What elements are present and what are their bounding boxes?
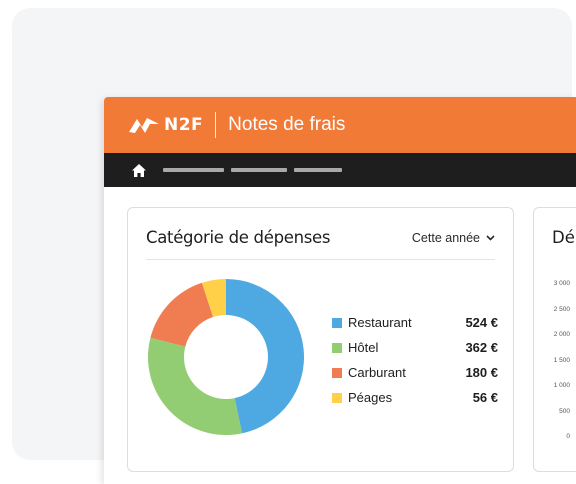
panel-header: Catégorie de dépenses Cette année	[146, 228, 495, 260]
period-label: Cette année	[411, 231, 480, 245]
legend-value: 362 €	[465, 340, 498, 355]
legend-value: 56 €	[472, 390, 498, 405]
legend-label: Hôtel	[348, 340, 379, 355]
legend-swatch	[332, 317, 342, 328]
legend-item[interactable]: Restaurant 524 €	[332, 310, 498, 335]
legend-swatch	[332, 342, 342, 353]
y-tick-label: 2 000	[553, 331, 570, 338]
panel-title: Dé	[552, 228, 575, 247]
breadcrumb-bar	[104, 153, 576, 187]
header-divider	[215, 112, 217, 138]
breadcrumb-item[interactable]	[231, 168, 287, 172]
breadcrumb-item[interactable]	[294, 168, 342, 172]
slice-carburant[interactable]	[150, 282, 214, 347]
legend-swatch	[332, 392, 342, 403]
expense-trend-panel: Dé 3 000 2 500 2 000 1 500 1 000 500 0	[533, 207, 576, 472]
legend-value: 180 €	[465, 365, 498, 380]
expense-category-panel: Catégorie de dépenses Cette année Restau…	[127, 207, 514, 472]
app-header: N2F Notes de frais	[104, 97, 576, 153]
donut-chart	[148, 279, 305, 435]
y-tick-label: 500	[559, 407, 570, 415]
panel-title: Catégorie de dépenses	[146, 228, 331, 247]
app-window: N2F Notes de frais Catégorie de dépenses…	[104, 97, 576, 484]
y-tick-label: 0	[566, 433, 570, 440]
chart-legend: Restaurant 524 € Hôtel 362 € Carburant 180 € P…	[332, 310, 498, 410]
slice-hotel[interactable]	[148, 337, 243, 435]
legend-value: 524 €	[465, 315, 498, 330]
legend-swatch	[332, 367, 342, 378]
page-title: Notes de frais	[228, 114, 346, 135]
legend-item[interactable]: Péages 56 €	[332, 385, 498, 410]
home-icon[interactable]	[132, 163, 146, 177]
legend-label: Péages	[348, 390, 393, 405]
legend-label: Restaurant	[348, 315, 412, 330]
legend-item[interactable]: Carburant 180 €	[332, 360, 498, 385]
brand-name: N2F	[164, 115, 204, 135]
breadcrumb-item[interactable]	[163, 168, 224, 172]
brand-logo[interactable]: N2F	[128, 115, 203, 135]
period-selector[interactable]: Cette année	[412, 231, 495, 245]
y-tick-label: 2 500	[553, 305, 570, 313]
y-tick-label: 3 000	[553, 280, 570, 287]
y-tick-label: 1 500	[553, 356, 570, 364]
n2f-logo-icon	[129, 118, 159, 133]
y-tick-label: 1 000	[553, 382, 570, 389]
legend-label: Carburant	[348, 365, 406, 380]
slice-restaurant[interactable]	[226, 279, 305, 434]
chevron-down-icon	[486, 235, 495, 241]
legend-item[interactable]: Hôtel 362 €	[332, 335, 498, 360]
